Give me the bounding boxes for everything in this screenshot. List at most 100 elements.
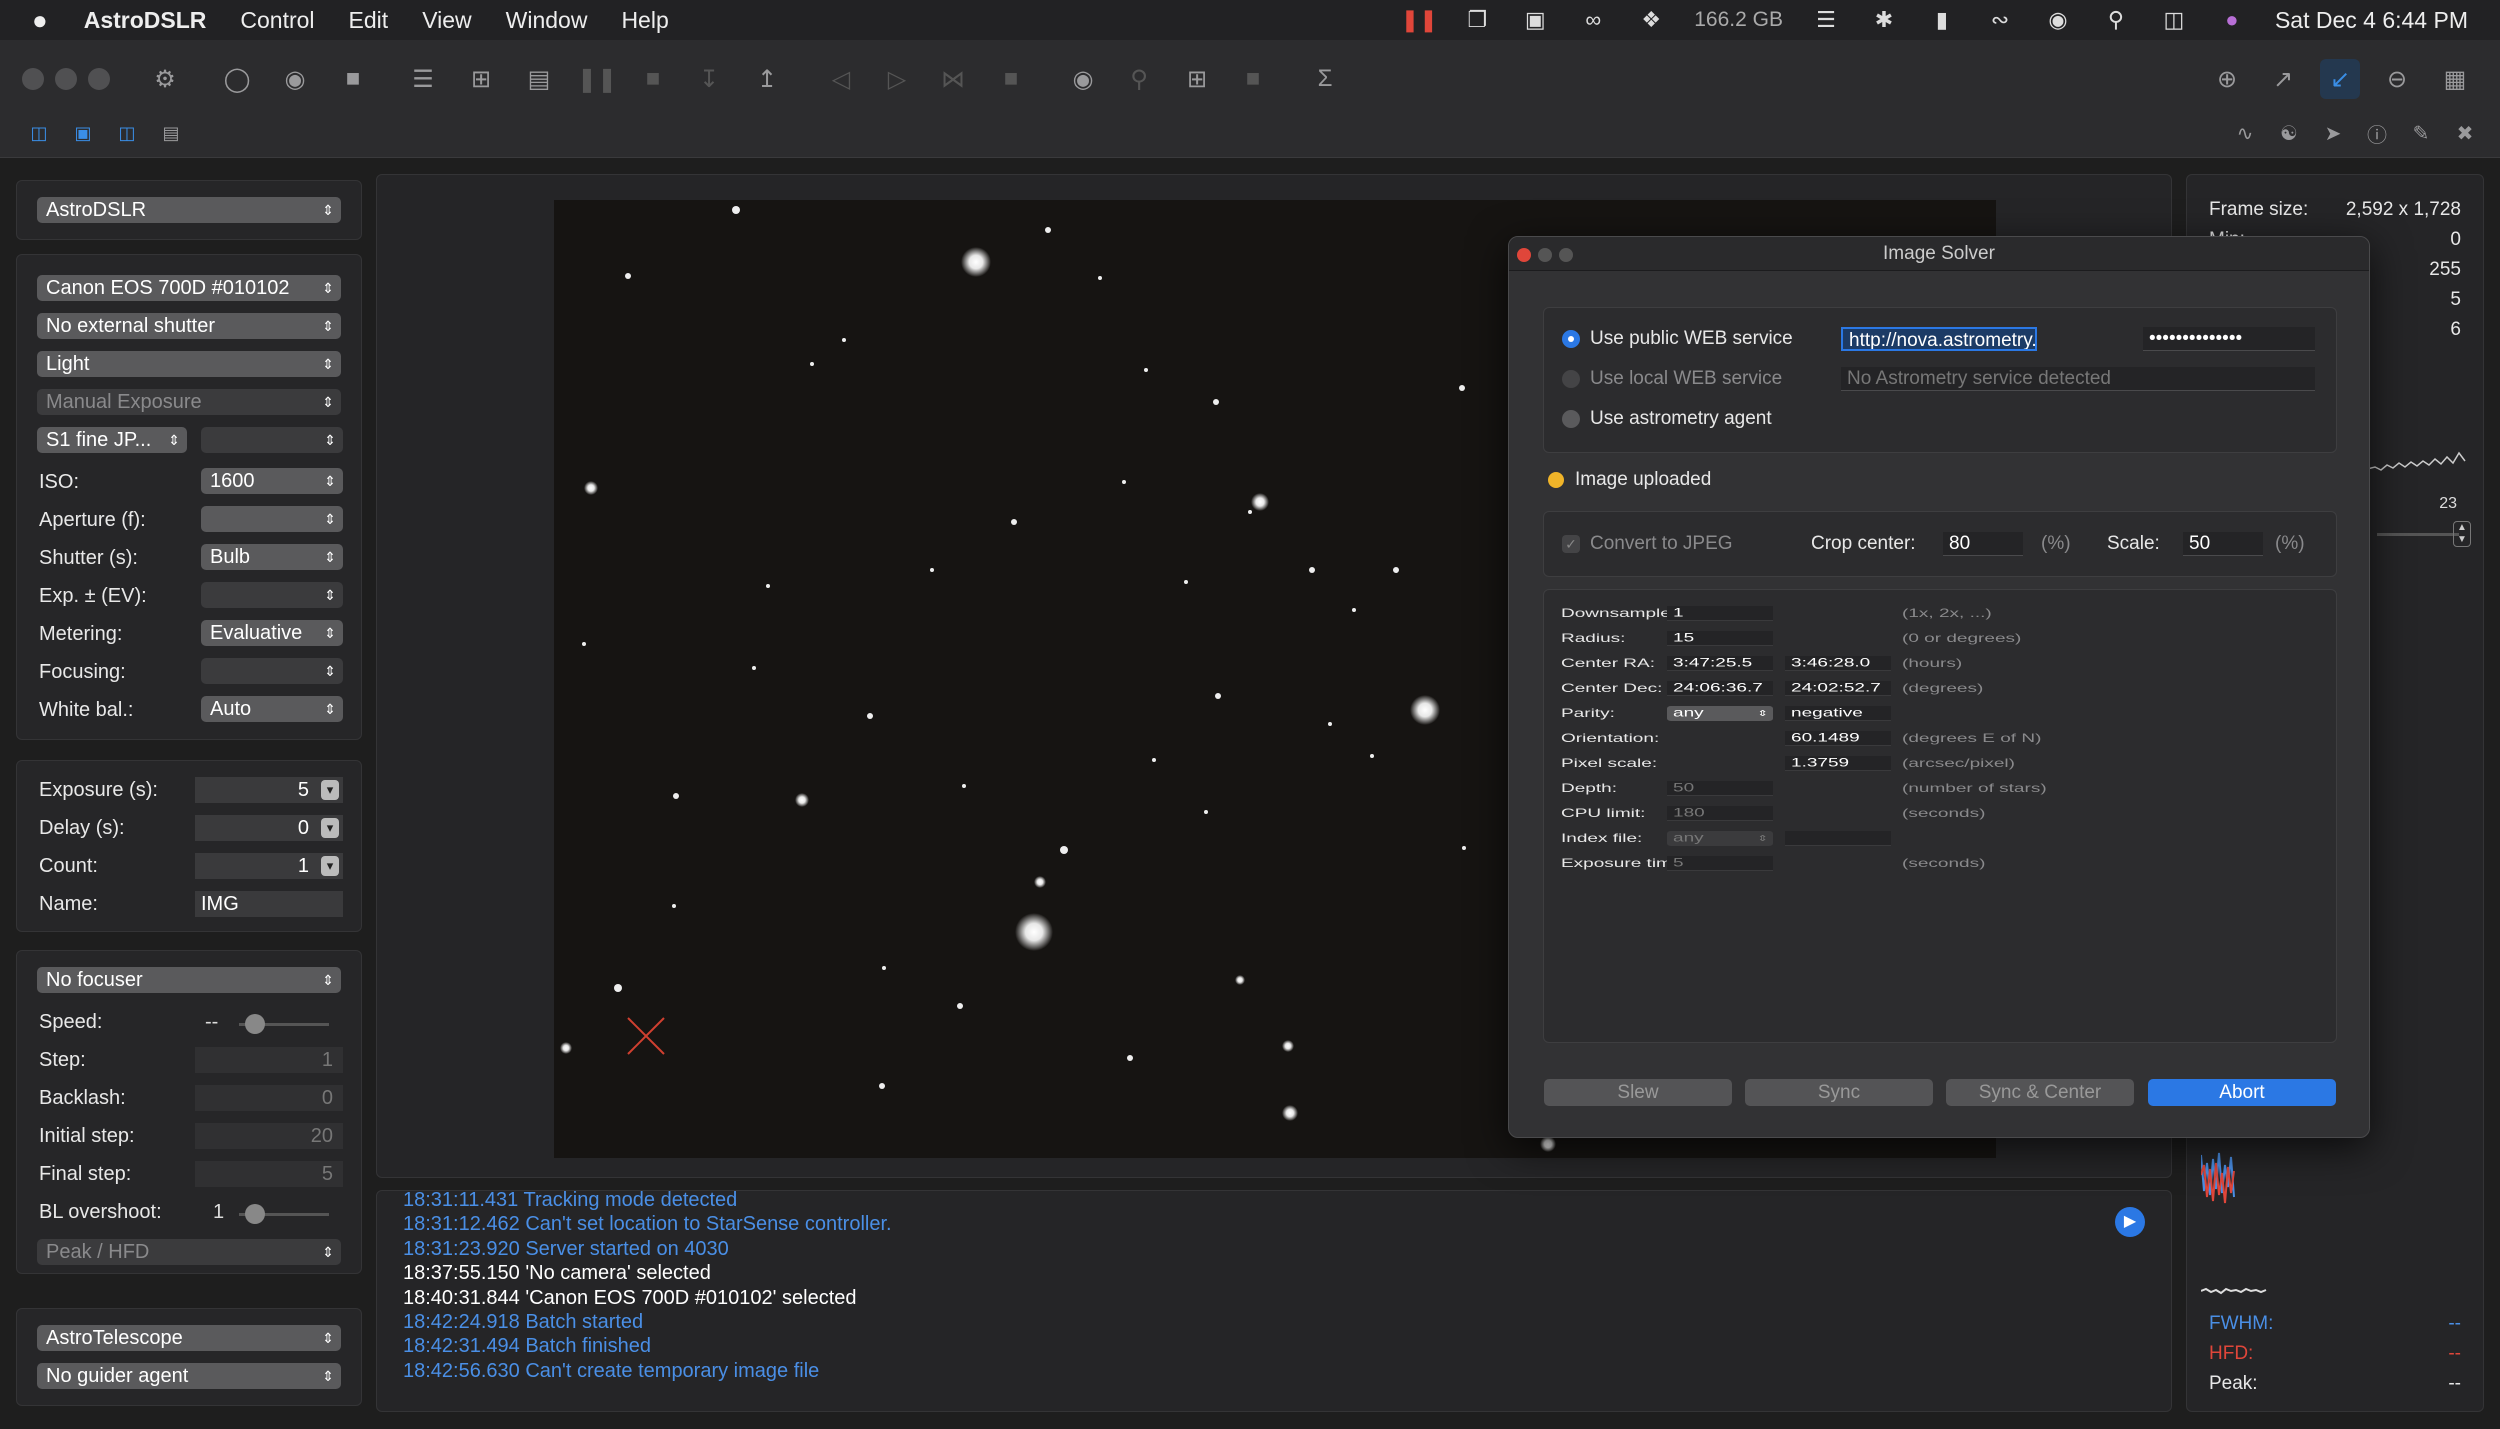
add-frame2-icon[interactable]: ⊞ [1182,64,1212,94]
count-menu-button[interactable]: ▾ [321,856,339,876]
control-center-icon[interactable]: ◫ [2159,7,2189,32]
view-eye-icon[interactable]: ◉ [1068,64,1098,94]
metering-select[interactable]: Evaluative ⇕ [201,620,343,646]
bottom-panel-icon[interactable]: ▣ [68,118,98,148]
preview-icon[interactable]: ◯ [222,64,252,94]
parity-input[interactable]: any ⇕ [1667,706,1773,722]
ra-input[interactable]: 3:47:25.5 [1667,656,1773,672]
format-select[interactable]: S1 fine JP... ⇕ [37,427,187,453]
menu-window[interactable]: Window [506,7,588,34]
creative-cloud-icon[interactable]: ∞ [1578,7,1608,32]
step-left-icon[interactable]: ◁ [826,64,856,94]
radius-input[interactable]: 15 [1667,631,1773,647]
step-input[interactable]: 1 [195,1047,343,1073]
abort-button[interactable]: Abort [2148,1079,2336,1106]
exp-comp-select[interactable]: ⇕ [201,582,343,608]
metric-select[interactable]: Peak / HFD ⇕ [37,1239,341,1265]
grid-icon[interactable]: ▦ [2440,64,2470,94]
zoom-out-icon[interactable]: ⊖ [2382,64,2412,94]
info-icon[interactable]: ⓘ [2362,118,2392,148]
cpu-input[interactable]: 180 [1667,806,1773,822]
menu-help[interactable]: Help [621,7,668,34]
window-icon[interactable]: ▤ [156,118,186,148]
menu-view[interactable]: View [422,7,471,34]
edit-icon[interactable]: ✎ [2406,118,2436,148]
guider-select[interactable]: No guider agent ⇕ [37,1363,341,1389]
display-icon[interactable]: ▣ [1520,7,1550,32]
log-panel[interactable]: 18:31:11.431 Tracking mode detected 18:31… [376,1190,2172,1412]
fit-icon[interactable]: ↙ [2320,59,2360,99]
left-panel-icon[interactable]: ◫ [24,118,54,148]
window-close-button[interactable] [22,68,44,90]
navigate-icon[interactable]: ➤ [2318,118,2348,148]
histogram-slider[interactable] [2377,533,2459,536]
window-minimize-button[interactable] [55,68,77,90]
speaker-icon[interactable]: ▶ [2115,1207,2145,1237]
exposure-menu-button[interactable]: ▾ [321,780,339,800]
white-balance-select[interactable]: Auto ⇕ [201,696,343,722]
pix-solved-value[interactable]: 1.3759 [1785,756,1891,772]
settings-icon[interactable]: ⚙ [150,64,180,94]
siri-icon[interactable]: ● [2217,7,2247,32]
depth-input[interactable]: 50 [1667,781,1773,797]
histogram-stepper[interactable]: ▲ ▼ [2453,521,2471,547]
frame-type-select[interactable]: Light ⇕ [37,351,341,377]
aperture-select[interactable]: ⇕ [201,506,343,532]
stop-icon[interactable]: ■ [638,64,668,94]
parity-solved-value[interactable]: negative [1785,706,1891,722]
stop3-icon[interactable]: ■ [1238,64,1268,94]
sliders-icon[interactable]: ☰ [408,64,438,94]
bl-overshoot-knob[interactable] [245,1204,265,1224]
drive-icon[interactable]: ☰ [1811,7,1841,32]
sigma-icon[interactable]: Σ [1310,64,1340,94]
speed-slider-knob[interactable] [245,1014,265,1034]
menu-edit[interactable]: Edit [349,7,389,34]
focusing-select[interactable]: ⇕ [201,658,343,684]
driver-select[interactable]: AstroDSLR ⇕ [37,197,341,223]
clock[interactable]: Sat Dec 4 6:44 PM [2275,7,2468,34]
tools-icon[interactable]: ✖ [2450,118,2480,148]
slew-button[interactable]: Slew [1544,1079,1732,1106]
expand-icon[interactable]: ↗ [2268,64,2298,94]
window-zoom-button[interactable] [88,68,110,90]
pause-icon[interactable]: ❚❚ [577,64,617,94]
backlash-input[interactable]: 0 [195,1085,343,1111]
index-input[interactable]: any ⇕ [1667,831,1773,847]
downsample-input[interactable]: 1 [1667,606,1773,622]
disk-space[interactable]: 166.2 GB [1694,8,1783,32]
dropbox-icon[interactable]: ❖ [1636,7,1666,32]
dec-input[interactable]: 24:06:36.7 [1667,681,1773,697]
camera-select[interactable]: Canon EOS 700D #010102 ⇕ [37,275,341,301]
index-solved-value[interactable] [1785,831,1891,847]
telescope-select[interactable]: AstroTelescope ⇕ [37,1325,341,1351]
globe-icon[interactable]: ☯ [2274,118,2304,148]
recording-icon[interactable]: ❚❚ [1401,7,1438,32]
download-icon[interactable]: ↧ [694,64,724,94]
ra-solved-value[interactable]: 3:46:28.0 [1785,656,1891,672]
shutter-select[interactable]: No external shutter ⇕ [37,313,341,339]
sync-button[interactable]: Sync [1745,1079,1933,1106]
initial-step-input[interactable]: 20 [195,1123,343,1149]
magnifier-icon[interactable]: ⚲ [1124,64,1154,94]
name-input[interactable]: IMG [195,891,343,917]
iso-select[interactable]: 1600 ⇕ [201,468,343,494]
calendar-icon[interactable]: ▤ [524,64,554,94]
mode-select[interactable]: Manual Exposure ⇕ [37,389,341,415]
delay-menu-button[interactable]: ▾ [321,818,339,838]
zoom-in-icon[interactable]: ⊕ [2212,64,2242,94]
exptime-input[interactable]: 5 [1667,856,1773,872]
right-panel-icon[interactable]: ◫ [112,118,142,148]
focuser-select[interactable]: No focuser ⇕ [37,967,341,993]
final-step-input[interactable]: 5 [195,1161,343,1187]
dec-solved-value[interactable]: 24:02:52.7 [1785,681,1891,697]
add-frame-icon[interactable]: ⊞ [466,64,496,94]
bluetooth-icon[interactable]: ✱ [1869,7,1899,32]
menu-app-name[interactable]: AstroDSLR [84,7,207,34]
battery-icon[interactable]: ▮ [1927,7,1957,32]
orient-solved-value[interactable]: 60.1489 [1785,731,1891,747]
step-right-icon[interactable]: ▷ [882,64,912,94]
sync-center-button[interactable]: Sync & Center [1946,1079,2134,1106]
stop-capture-icon[interactable]: ■ [338,64,368,94]
menu-control[interactable]: Control [240,7,314,34]
mirror-icon[interactable]: ⋈ [938,64,968,94]
